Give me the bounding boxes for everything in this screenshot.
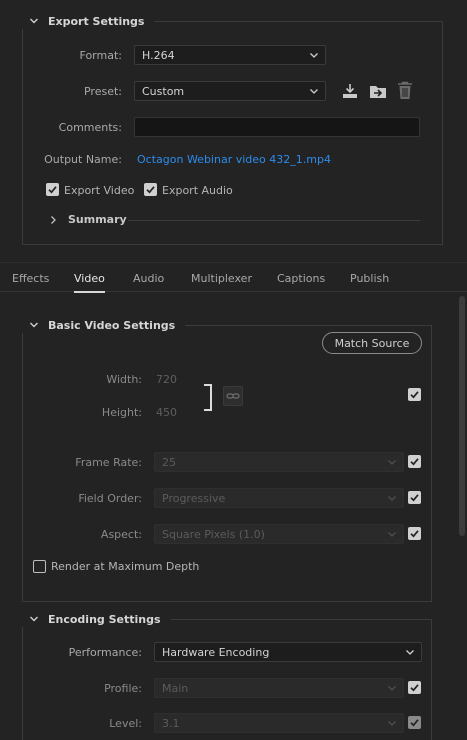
export-settings-header[interactable]: Export Settings bbox=[22, 13, 155, 29]
performance-dropdown[interactable]: Hardware Encoding bbox=[154, 642, 422, 662]
export-video-label: Export Video bbox=[64, 184, 135, 197]
profile-dropdown[interactable]: Main bbox=[154, 678, 404, 698]
frame-rate-checkbox[interactable] bbox=[408, 455, 421, 468]
preset-dropdown[interactable]: Custom bbox=[134, 81, 326, 101]
scrollbar[interactable] bbox=[459, 296, 465, 536]
trash-icon[interactable] bbox=[397, 81, 413, 100]
profile-label: Profile: bbox=[104, 682, 142, 695]
width-value[interactable]: 720 bbox=[156, 373, 177, 386]
level-value: 3.1 bbox=[162, 716, 180, 730]
match-dimensions-checkbox[interactable] bbox=[408, 388, 421, 401]
basic-video-settings-title: Basic Video Settings bbox=[48, 318, 176, 332]
summary-label: Summary bbox=[68, 213, 127, 226]
export-settings-title: Export Settings bbox=[48, 14, 145, 28]
checkmark-icon bbox=[410, 494, 419, 502]
aspect-label: Aspect: bbox=[100, 528, 142, 541]
field-order-dropdown[interactable]: Progressive bbox=[154, 488, 404, 508]
tab-audio[interactable]: Audio bbox=[133, 272, 164, 285]
export-audio-checkbox[interactable] bbox=[144, 183, 157, 196]
width-label: Width: bbox=[106, 373, 142, 386]
chevron-down-icon bbox=[388, 721, 396, 726]
match-source-button[interactable]: Match Source bbox=[322, 332, 422, 354]
settings-tabs: Effects Video Audio Multiplexer Captions… bbox=[0, 262, 467, 293]
dimension-link-bracket bbox=[204, 384, 212, 411]
chevron-down-icon bbox=[28, 319, 40, 331]
frame-rate-label: Frame Rate: bbox=[75, 456, 142, 469]
encoding-settings-title: Encoding Settings bbox=[48, 612, 161, 626]
chevron-right-icon bbox=[51, 215, 56, 224]
performance-label: Performance: bbox=[68, 646, 142, 659]
output-name-label: Output Name: bbox=[44, 153, 122, 166]
output-name-link[interactable]: Octagon Webinar video 432_1.mp4 bbox=[137, 153, 331, 166]
chevron-down-icon bbox=[388, 532, 396, 537]
export-audio-label: Export Audio bbox=[162, 184, 233, 197]
format-dropdown[interactable]: H.264 bbox=[134, 45, 326, 65]
tab-captions[interactable]: Captions bbox=[277, 272, 325, 285]
format-value: H.264 bbox=[142, 48, 175, 62]
checkmark-icon bbox=[410, 684, 419, 692]
aspect-dropdown[interactable]: Square Pixels (1.0) bbox=[154, 524, 404, 544]
preset-value: Custom bbox=[142, 84, 185, 98]
field-order-value: Progressive bbox=[162, 491, 226, 505]
encoding-settings-header[interactable]: Encoding Settings bbox=[22, 611, 171, 627]
preset-label: Preset: bbox=[83, 85, 122, 98]
checkmark-icon bbox=[410, 391, 419, 399]
comments-label: Comments: bbox=[58, 121, 122, 134]
checkmark-icon bbox=[410, 530, 419, 538]
frame-rate-dropdown[interactable]: 25 bbox=[154, 452, 404, 472]
performance-value: Hardware Encoding bbox=[162, 645, 270, 659]
chevron-down-icon bbox=[310, 89, 318, 94]
export-video-checkbox[interactable] bbox=[46, 183, 59, 196]
chevron-down-icon bbox=[28, 15, 40, 27]
tab-video[interactable]: Video bbox=[74, 272, 105, 293]
tab-effects[interactable]: Effects bbox=[12, 272, 49, 285]
field-order-checkbox[interactable] bbox=[408, 491, 421, 504]
checkmark-icon bbox=[410, 458, 419, 466]
checkmark-icon bbox=[48, 186, 57, 194]
aspect-value: Square Pixels (1.0) bbox=[162, 527, 265, 541]
tab-multiplexer[interactable]: Multiplexer bbox=[191, 272, 252, 285]
chain-link-icon[interactable] bbox=[223, 386, 243, 406]
chevron-down-icon bbox=[406, 650, 414, 655]
basic-video-settings-header[interactable]: Basic Video Settings bbox=[22, 317, 186, 333]
comments-input[interactable] bbox=[134, 117, 420, 137]
render-max-depth-checkbox[interactable] bbox=[33, 560, 46, 573]
profile-value: Main bbox=[162, 681, 189, 695]
tab-publish[interactable]: Publish bbox=[350, 272, 389, 285]
download-icon[interactable] bbox=[341, 82, 359, 100]
chevron-down-icon bbox=[388, 496, 396, 501]
checkmark-icon bbox=[146, 186, 155, 194]
summary-divider bbox=[128, 220, 420, 221]
chevron-down-icon bbox=[388, 686, 396, 691]
summary-toggle[interactable]: Summary bbox=[48, 213, 127, 226]
chevron-down-icon bbox=[388, 460, 396, 465]
checkmark-icon bbox=[410, 719, 419, 727]
profile-checkbox[interactable] bbox=[408, 681, 421, 694]
field-order-label: Field Order: bbox=[78, 492, 142, 505]
level-checkbox[interactable] bbox=[408, 716, 421, 729]
aspect-checkbox[interactable] bbox=[408, 527, 421, 540]
level-dropdown[interactable]: 3.1 bbox=[154, 713, 404, 733]
render-max-depth-label: Render at Maximum Depth bbox=[51, 560, 200, 573]
chevron-down-icon bbox=[28, 613, 40, 625]
level-label: Level: bbox=[109, 717, 142, 730]
height-value[interactable]: 450 bbox=[156, 406, 177, 419]
height-label: Height: bbox=[101, 406, 142, 419]
frame-rate-value: 25 bbox=[162, 455, 176, 469]
chevron-down-icon bbox=[310, 53, 318, 58]
format-label: Format: bbox=[79, 49, 122, 62]
import-icon[interactable] bbox=[368, 82, 388, 100]
